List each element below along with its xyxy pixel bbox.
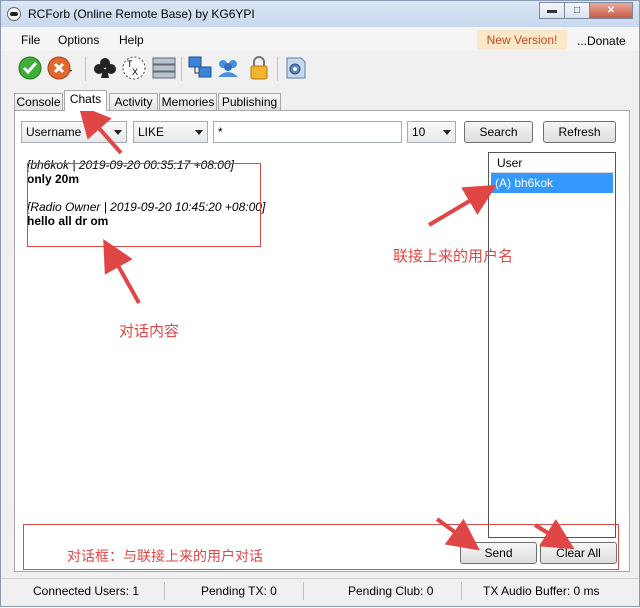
connect-check-icon[interactable] — [17, 55, 43, 81]
title-bar[interactable]: RCForb (Online Remote Base) by KG6YPI ▬ … — [1, 1, 639, 27]
window-controls: ▬ □ ✕ — [539, 2, 633, 20]
chat-content-annotation: 对话内容 — [119, 323, 180, 340]
limit-value: 10 — [412, 125, 426, 139]
users-icon[interactable] — [215, 55, 241, 81]
user-list-item[interactable]: (A) bh6kok — [491, 173, 613, 193]
send-button[interactable]: Send — [460, 542, 537, 564]
refresh-button[interactable]: Refresh — [543, 121, 616, 143]
app-window: RCForb (Online Remote Base) by KG6YPI ▬ … — [0, 0, 640, 607]
tab-publishing[interactable]: Publishing — [218, 93, 281, 110]
app-icon — [7, 7, 21, 21]
filter-value-input[interactable]: * — [213, 121, 402, 143]
svg-text:X: X — [132, 67, 138, 77]
tab-console[interactable]: Console — [14, 93, 63, 110]
chevron-down-icon — [114, 130, 122, 135]
menu-options[interactable]: Options — [58, 33, 99, 47]
menu-help[interactable]: Help — [119, 33, 144, 47]
tx-audio-buffer-status: TX Audio Buffer: 0 ms — [483, 584, 600, 598]
status-bar: Connected Users: 1 Pending TX: 0 Pending… — [1, 578, 639, 603]
user-list[interactable]: User (A) bh6kok — [488, 152, 616, 538]
filter-field-value: Username — [26, 125, 82, 139]
donate-link[interactable]: ...Donate — [577, 34, 626, 48]
club-icon[interactable] — [92, 55, 118, 81]
window-title: RCForb (Online Remote Base) by KG6YPI — [28, 7, 255, 21]
pending-tx-status: Pending TX: 0 — [201, 584, 277, 598]
filter-operator-select[interactable]: LIKE — [133, 121, 208, 143]
filter-operator-value: LIKE — [138, 125, 165, 139]
tab-chats[interactable]: Chats — [64, 90, 107, 111]
chevron-down-icon — [195, 130, 203, 135]
pending-club-status: Pending Club: 0 — [348, 584, 434, 598]
users-annotation: 联接上来的用户名 — [393, 248, 514, 265]
close-button[interactable]: ✕ — [589, 2, 633, 19]
disconnect-icon[interactable] — [47, 55, 73, 81]
connected-users-status: Connected Users: 1 — [33, 584, 140, 598]
settings-icon[interactable] — [282, 55, 308, 81]
menu-file[interactable]: File — [21, 33, 40, 47]
tab-memories[interactable]: Memories — [159, 93, 217, 110]
tx-icon[interactable]: T X — [121, 55, 147, 81]
minimize-button[interactable]: ▬ — [539, 2, 565, 19]
toolbar: T X — [1, 51, 639, 89]
filter-field-select[interactable]: Username — [21, 121, 127, 143]
user-list-header: User — [489, 153, 615, 173]
limit-select[interactable]: 10 — [407, 121, 456, 143]
maximize-button[interactable]: □ — [564, 2, 590, 19]
chat-highlight-box — [27, 163, 261, 247]
new-version-link[interactable]: New Version! — [477, 30, 567, 50]
rack-icon[interactable] — [151, 55, 177, 81]
search-button[interactable]: Search — [464, 121, 533, 143]
lock-icon[interactable] — [246, 55, 272, 81]
chevron-down-icon — [443, 130, 451, 135]
tab-activity[interactable]: Activity — [109, 93, 158, 110]
network-icon[interactable] — [187, 55, 213, 81]
clear-all-button[interactable]: Clear All — [540, 542, 617, 564]
dialog-box-annotation: 对话框：与联接上来的用户对话 — [67, 548, 263, 564]
